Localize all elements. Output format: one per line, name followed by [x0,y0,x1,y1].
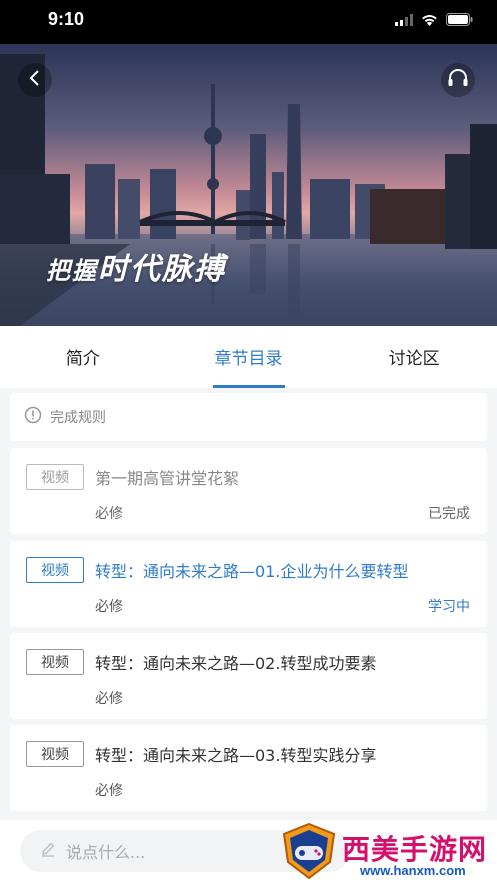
course-banner: 把握时代脉搏 [0,44,497,326]
lesson-title: 第一期高管讲堂花絮 [95,469,240,488]
battery-icon [446,11,473,30]
lesson-requirement: 必修 [95,506,123,522]
lesson-status: 已完成 [428,506,470,522]
lesson-item[interactable]: 视频 转型：通向未来之路—02.转型成功要素 必修 [10,633,487,719]
signal-icon [395,11,413,30]
site-watermark: 西美手游网 www.hanxm.com [276,818,497,883]
lesson-item[interactable]: 视频 转型：通向未来之路—01.企业为什么要转型 必修 学习中 [10,541,487,627]
comment-placeholder: 说点什么... [66,843,146,862]
completion-rule-label: 完成规则 [50,410,106,426]
lesson-type-badge: 视频 [26,741,84,767]
watermark-url: www.hanxm.com [360,863,466,878]
lesson-status: 学习中 [428,599,470,615]
audio-button[interactable] [441,63,475,97]
shield-logo-icon [280,822,338,883]
tab-chapters[interactable]: 章节目录 [166,326,332,388]
wifi-icon [421,11,438,30]
lesson-item[interactable]: 视频 转型：通向未来之路—03.转型实践分享 必修 [10,725,487,811]
course-tabs: 简介 章节目录 讨论区 [0,326,497,388]
watermark-name: 西美手游网 [342,833,488,866]
banner-slogan: 把握时代脉搏 [46,244,226,288]
lesson-type-badge: 视频 [26,557,84,583]
status-icons [395,11,473,30]
lesson-type-badge: 视频 [26,649,84,675]
chevron-left-icon [28,69,42,91]
lesson-title: 转型：通向未来之路—01.企业为什么要转型 [95,562,409,581]
lesson-requirement: 必修 [95,599,123,615]
lesson-type-badge: 视频 [26,464,84,490]
pencil-icon [40,841,56,861]
status-bar: 9:10 [0,0,497,44]
completion-rule[interactable]: 完成规则 [10,393,487,441]
back-button[interactable] [18,63,52,97]
tab-discussion[interactable]: 讨论区 [331,326,497,388]
lesson-item[interactable]: 视频 第一期高管讲堂花絮 必修 已完成 [10,448,487,534]
lesson-requirement: 必修 [95,691,123,707]
banner-slogan-main: 时代脉搏 [98,252,226,287]
info-icon [24,406,42,428]
lesson-title: 转型：通向未来之路—02.转型成功要素 [95,654,377,673]
banner-slogan-prefix: 把握 [46,257,98,285]
lesson-requirement: 必修 [95,783,123,799]
status-time: 9:10 [48,9,85,29]
headphones-icon [447,68,469,92]
tab-intro[interactable]: 简介 [0,326,166,388]
lesson-title: 转型：通向未来之路—03.转型实践分享 [95,746,377,765]
